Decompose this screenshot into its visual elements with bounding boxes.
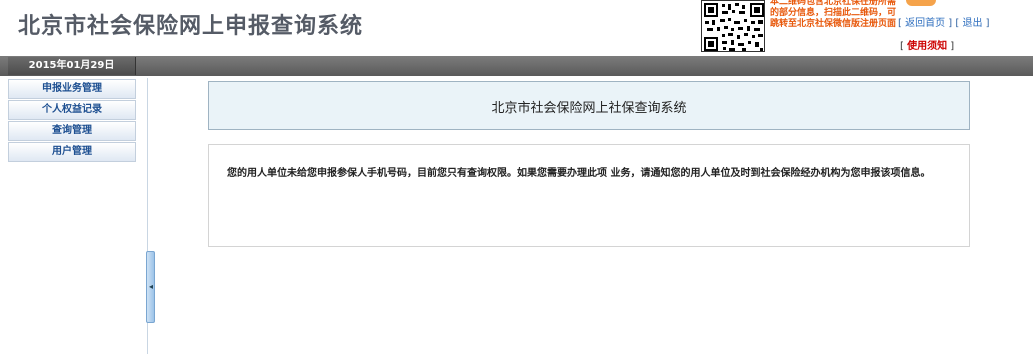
top-links: [ 返回首页 ] [ 退出 ]	[898, 14, 990, 29]
sidebar-collapse-handle[interactable]: ◂	[146, 251, 155, 323]
system-title: 北京市社会保险网上社保查询系统	[491, 101, 687, 116]
current-date: 2015年01月29日	[8, 57, 136, 75]
sidebar-item-personal-rights-record[interactable]: 个人权益记录	[8, 100, 136, 120]
header: 北京市社会保险网上申报查询系统 本二维码包含北京社保在册所需的部分信息，扫描此二…	[0, 0, 1033, 56]
bracket-open: [	[955, 18, 960, 29]
bracket-open: [	[898, 18, 902, 29]
user-badge	[906, 0, 936, 6]
sidebar-item-query-management[interactable]: 查询管理	[8, 121, 136, 141]
qr-code-note: 本二维码包含北京社保在册所需的部分信息，扫描此二维码，可跳转至北京社保微信版注册…	[770, 0, 897, 29]
notice-panel: 您的用人单位未给您申报参保人手机号码，目前您只有查询权限。如果您需要办理此项 业…	[208, 144, 970, 247]
bracket-close: ]	[950, 41, 955, 52]
qr-code-image	[701, 0, 765, 52]
sidebar: 申报业务管理 个人权益记录 查询管理 用户管理	[8, 78, 148, 354]
sidebar-item-declaration-management[interactable]: 申报业务管理	[8, 79, 136, 99]
return-home-link[interactable]: 返回首页	[905, 18, 945, 29]
help-link[interactable]: 使用须知	[907, 41, 947, 52]
system-title-panel: 北京市社会保险网上社保查询系统	[208, 81, 970, 130]
sidebar-item-user-management[interactable]: 用户管理	[8, 142, 136, 162]
logout-link[interactable]: 退出	[962, 18, 982, 29]
top-bar	[0, 56, 1033, 76]
bracket-open: [	[900, 41, 904, 52]
chevron-left-icon: ◂	[148, 282, 153, 291]
notice-message: 您的用人单位未给您申报参保人手机号码，目前您只有查询权限。如果您需要办理此项 业…	[227, 168, 931, 179]
bracket-close: ]	[985, 18, 990, 29]
help-link-wrapper: [ 使用须知 ]	[900, 37, 954, 52]
bracket-close: ]	[948, 18, 953, 29]
site-title: 北京市社会保险网上申报查询系统	[18, 14, 364, 39]
